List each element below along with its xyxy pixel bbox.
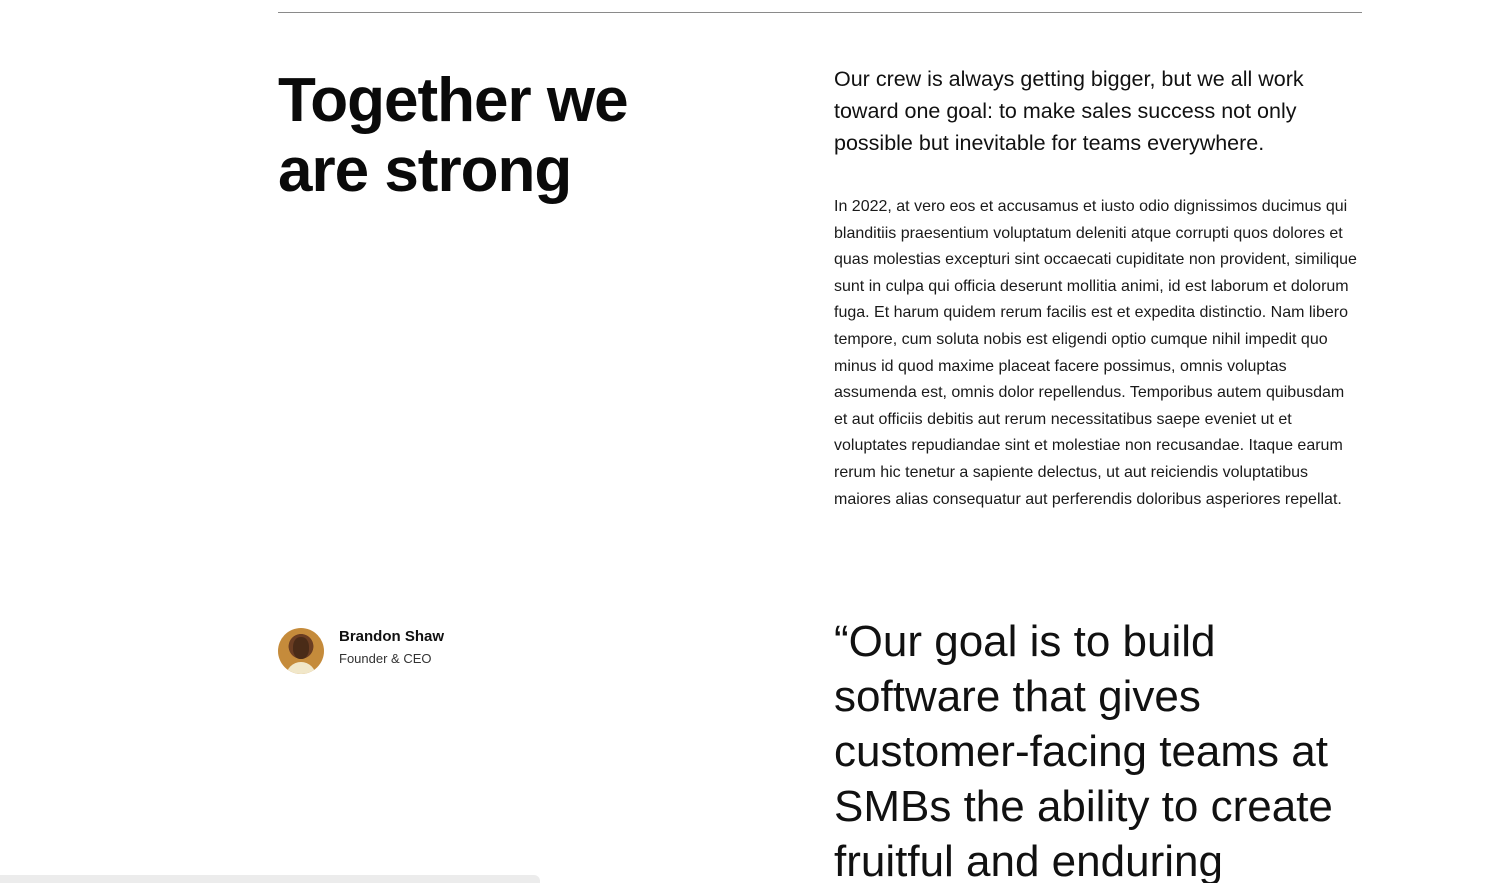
avatar-shoulders [286,662,316,674]
avatar-face [293,637,309,659]
author-avatar [278,628,324,674]
section-headline: Together we are strong [278,66,629,205]
author-name: Brandon Shaw [339,628,445,645]
bottom-overlay-bar [0,875,540,883]
section-lead: Our crew is always getting bigger, but w… [834,67,1304,155]
author-role: Founder & CEO [339,651,432,666]
author-card: Brandon Shaw Founder & CEO [278,628,444,674]
section-divider [278,12,1362,13]
founder-quote: “Our goal is to build software that give… [834,617,1333,883]
section-body: In 2022, at vero eos et accusamus et ius… [834,198,1357,508]
author-info: Brandon Shaw Founder & CEO [339,627,444,667]
about-page: Together we are strong Our crew is alway… [0,0,1512,883]
